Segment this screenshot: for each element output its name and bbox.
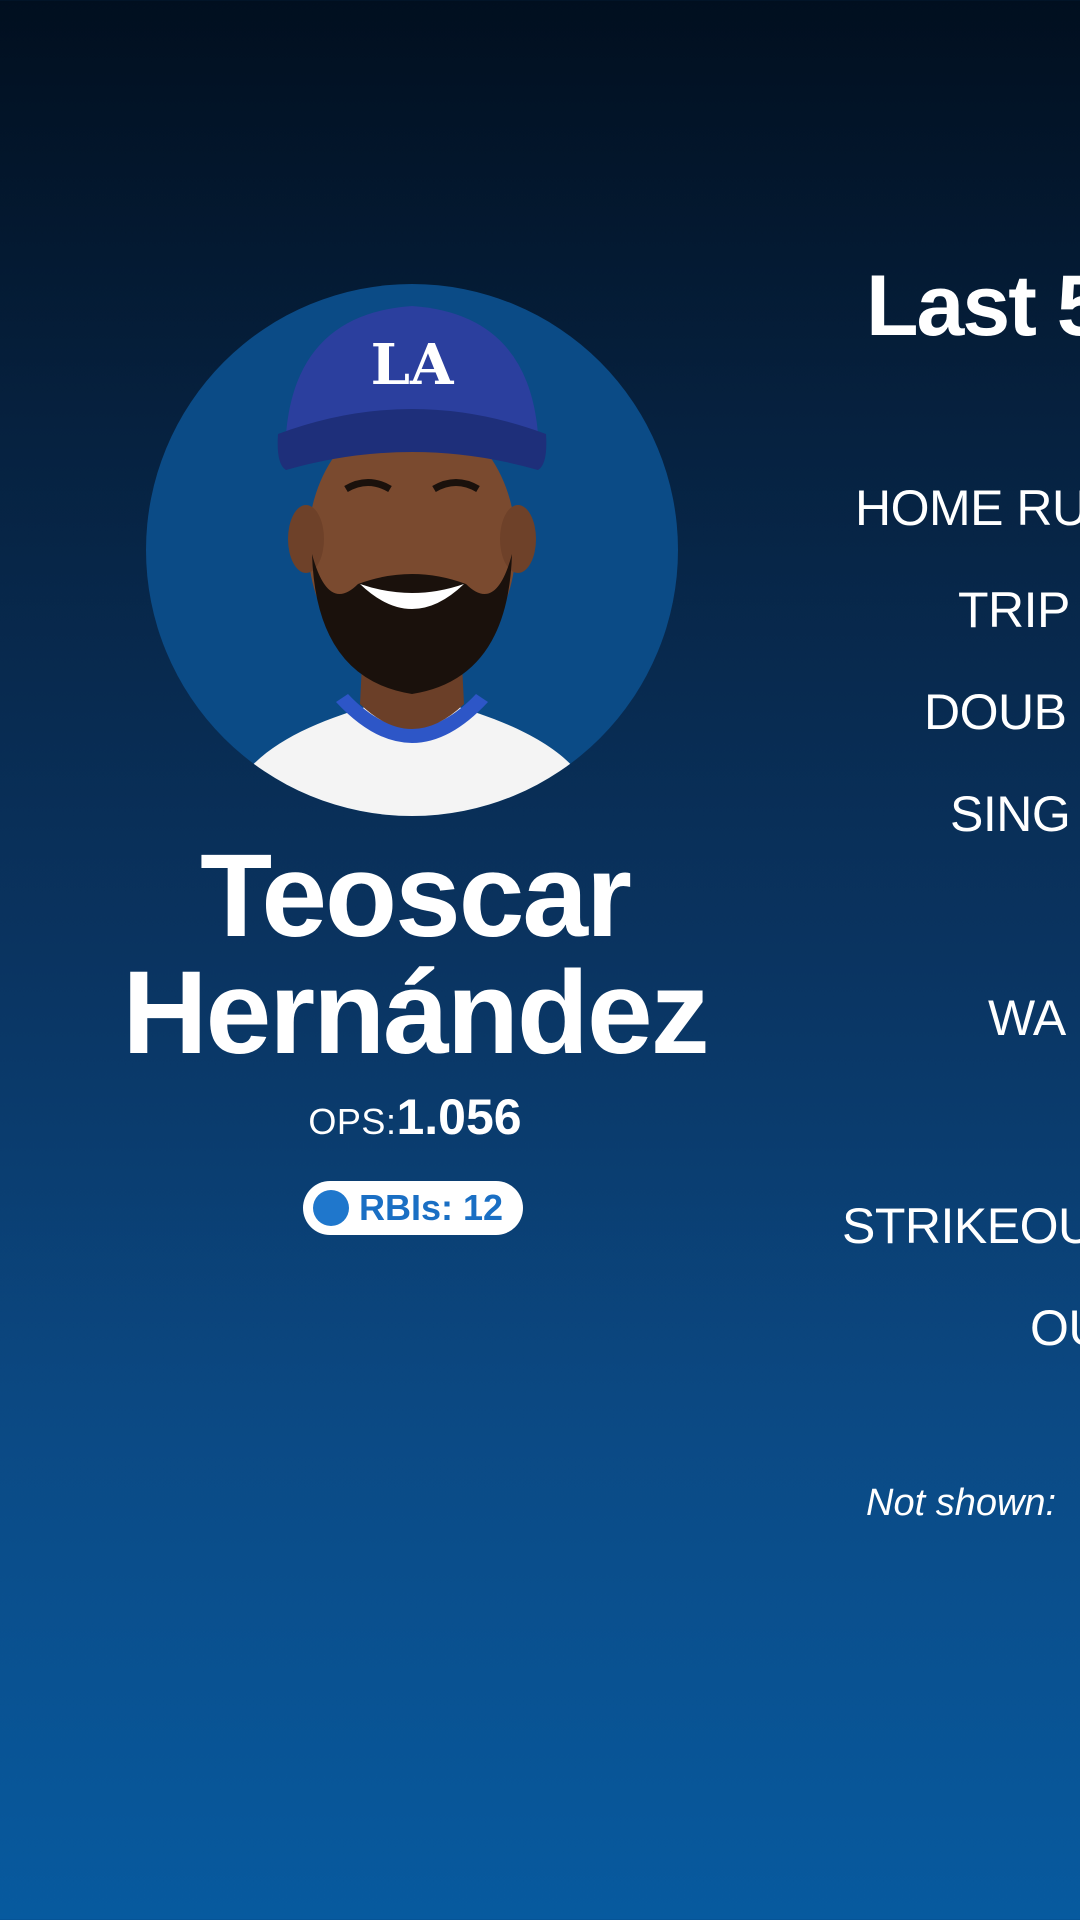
stat-label-singles: SING [950,786,1071,842]
player-last-name: Hernández [122,947,709,1079]
ops-stat: OPS:1.056 [30,1088,800,1146]
rbi-value: 12 [463,1187,504,1228]
stat-label-strikeouts: STRIKEOU [842,1198,1080,1254]
panel-title: Last 5 [866,258,1080,354]
stat-label-doubles: DOUB [924,684,1067,740]
rbi-dot-icon [313,1190,349,1226]
stat-label-outs: OU [1030,1300,1080,1356]
player-first-name: Teoscar [200,830,632,962]
cap-logo-text: LA [371,332,455,398]
not-shown-note: Not shown: [866,1482,1057,1524]
stat-label-triples: TRIP [958,582,1070,638]
player-headshot: LA [226,306,598,816]
rbi-badge: RBIs: 12 [303,1181,523,1235]
stat-label-walks: WA [988,990,1066,1046]
player-avatar: LA [146,284,678,816]
stat-label-home-runs: HOME RU [855,480,1080,536]
rbi-label: RBIs: [359,1187,454,1228]
ops-value: 1.056 [396,1089,522,1145]
ops-label: OPS: [308,1101,397,1142]
